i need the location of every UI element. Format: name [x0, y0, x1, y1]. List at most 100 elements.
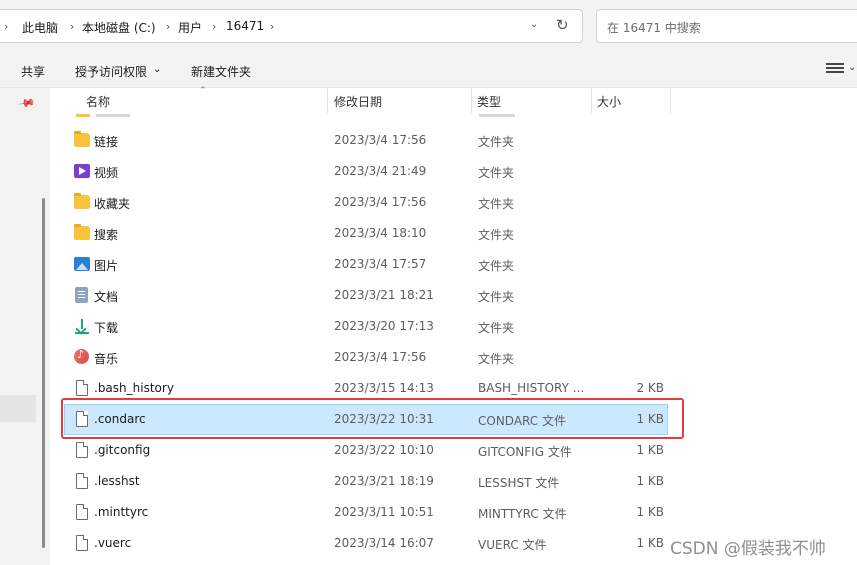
file-date: 2023/3/14 16:07	[334, 536, 434, 550]
grant-access-button[interactable]: 授予访问权限	[75, 63, 147, 80]
file-type: 文件夹	[478, 259, 515, 273]
nav-selected-item[interactable]	[0, 395, 36, 422]
watermark: CSDN @假装我不帅	[670, 539, 826, 559]
file-type: 文件夹	[478, 135, 515, 149]
file-size: 1 KB	[636, 474, 664, 488]
file-size: 1 KB	[636, 505, 664, 519]
file-type: 文件夹	[478, 197, 515, 211]
column-type[interactable]: 类型	[477, 93, 501, 110]
file-date: 2023/3/4 17:57	[334, 257, 427, 271]
nav-scrollbar[interactable]	[42, 198, 45, 548]
file-name: 下载	[94, 321, 119, 335]
file-date: 2023/3/4 18:10	[334, 226, 427, 240]
file-type: 文件夹	[478, 352, 515, 366]
partially-hidden-row	[74, 114, 857, 118]
column-divider[interactable]	[471, 88, 472, 114]
breadcrumb-this-pc[interactable]: 此电脑	[22, 19, 58, 36]
navigation-pane: 📌	[0, 88, 50, 565]
list-item[interactable]: 视频 2023/3/4 21:49 文件夹	[64, 156, 668, 187]
file-date: 2023/3/20 17:13	[334, 319, 434, 333]
file-date: 2023/3/21 18:19	[334, 474, 434, 488]
breadcrumb-local-disk[interactable]: 本地磁盘 (C:)	[82, 19, 156, 36]
breadcrumb-users[interactable]: 用户	[178, 19, 202, 36]
sort-ascending-icon: ⌃	[199, 86, 207, 96]
list-item[interactable]: 下载 2023/3/20 17:13 文件夹	[64, 311, 668, 342]
file-date: 2023/3/11 10:51	[334, 505, 434, 519]
list-item[interactable]: 搜索 2023/3/4 18:10 文件夹	[64, 218, 668, 249]
file-date: 2023/3/4 21:49	[334, 164, 427, 178]
file-date: 2023/3/4 17:56	[334, 195, 427, 209]
file-icon	[76, 473, 88, 489]
file-name: .vuerc	[94, 536, 132, 550]
file-type: GITCONFIG 文件	[478, 445, 572, 459]
file-size: 2 KB	[636, 381, 664, 395]
list-item[interactable]: .lesshst 2023/3/21 18:19 LESSHST 文件 1 KB	[64, 466, 668, 497]
folder-icon	[74, 224, 90, 240]
chevron-down-icon[interactable]: ⌄	[848, 62, 856, 73]
music-folder-icon	[74, 348, 89, 364]
share-button[interactable]: 共享	[21, 63, 45, 80]
column-divider[interactable]	[670, 88, 671, 114]
column-divider[interactable]	[327, 88, 328, 114]
file-icon	[76, 504, 88, 520]
chevron-right-icon: ›	[166, 20, 171, 33]
list-item[interactable]: 链接 2023/3/4 17:56 文件夹	[64, 125, 668, 156]
file-size: 1 KB	[636, 443, 664, 457]
file-type: MINTTYRC 文件	[478, 507, 567, 521]
video-folder-icon	[74, 164, 90, 178]
pictures-folder-icon	[74, 257, 90, 271]
file-type: BASH_HISTORY ...	[478, 381, 585, 395]
documents-folder-icon	[75, 287, 88, 303]
command-bar: 共享 授予访问权限 ⌄ 新建文件夹 ⌄	[0, 52, 857, 88]
file-type: LESSHST 文件	[478, 476, 560, 490]
column-date-modified[interactable]: 修改日期	[334, 93, 382, 110]
column-name[interactable]: 名称	[86, 93, 110, 110]
chevron-down-icon[interactable]: ⌄	[153, 64, 161, 75]
file-name: .gitconfig	[94, 443, 151, 457]
file-name: 图片	[94, 259, 119, 273]
file-name: 链接	[94, 135, 119, 149]
chevron-down-icon[interactable]: ⌄	[530, 19, 538, 30]
downloads-folder-icon	[74, 319, 90, 334]
list-item[interactable]: 文档 2023/3/21 18:21 文件夹	[64, 280, 668, 311]
file-date: 2023/3/21 18:21	[334, 288, 434, 302]
search-placeholder: 在 16471 中搜索	[607, 21, 701, 35]
list-item[interactable]: 收藏夹 2023/3/4 17:56 文件夹	[64, 187, 668, 218]
file-date: 2023/3/22 10:10	[334, 443, 434, 457]
column-divider[interactable]	[591, 88, 592, 114]
chevron-right-icon: ›	[212, 20, 217, 33]
column-size[interactable]: 大小	[597, 93, 621, 110]
chevron-right-icon: ›	[270, 20, 275, 33]
breadcrumb-user-folder[interactable]: 16471	[226, 19, 264, 33]
file-name: 视频	[94, 166, 119, 180]
chevron-right-icon: ›	[70, 20, 75, 33]
refresh-icon[interactable]: ↻	[556, 16, 569, 34]
file-type: 文件夹	[478, 228, 515, 242]
highlight-annotation-box	[61, 398, 684, 439]
search-input[interactable]: 在 16471 中搜索	[596, 9, 857, 43]
list-item[interactable]: .vuerc 2023/3/14 16:07 VUERC 文件 1 KB	[64, 528, 668, 559]
list-item[interactable]: 图片 2023/3/4 17:57 文件夹	[64, 249, 668, 280]
address-bar[interactable]: › 此电脑 › 本地磁盘 (C:) › 用户 › 16471 › ⌄ ↻	[0, 9, 583, 43]
column-header: ⌃ 名称 修改日期 类型 大小	[50, 86, 857, 114]
file-date: 2023/3/4 17:56	[334, 133, 427, 147]
new-folder-button[interactable]: 新建文件夹	[191, 63, 251, 80]
file-name: 文档	[94, 290, 119, 304]
file-name: 收藏夹	[94, 197, 131, 211]
view-options-icon[interactable]	[826, 61, 844, 75]
file-icon	[76, 380, 88, 396]
file-name: .bash_history	[94, 381, 174, 395]
pin-icon[interactable]: 📌	[18, 94, 37, 113]
file-name: .minttyrc	[94, 505, 149, 519]
list-item[interactable]: .gitconfig 2023/3/22 10:10 GITCONFIG 文件 …	[64, 435, 668, 466]
list-item[interactable]: 音乐 2023/3/4 17:56 文件夹	[64, 342, 668, 373]
file-name: 搜索	[94, 228, 119, 242]
file-icon	[76, 442, 88, 458]
list-item[interactable]: .minttyrc 2023/3/11 10:51 MINTTYRC 文件 1 …	[64, 497, 668, 528]
file-type: 文件夹	[478, 321, 515, 335]
file-type: 文件夹	[478, 290, 515, 304]
folder-icon	[74, 193, 90, 209]
file-type: VUERC 文件	[478, 538, 547, 552]
file-size: 1 KB	[636, 536, 664, 550]
file-type: 文件夹	[478, 166, 515, 180]
